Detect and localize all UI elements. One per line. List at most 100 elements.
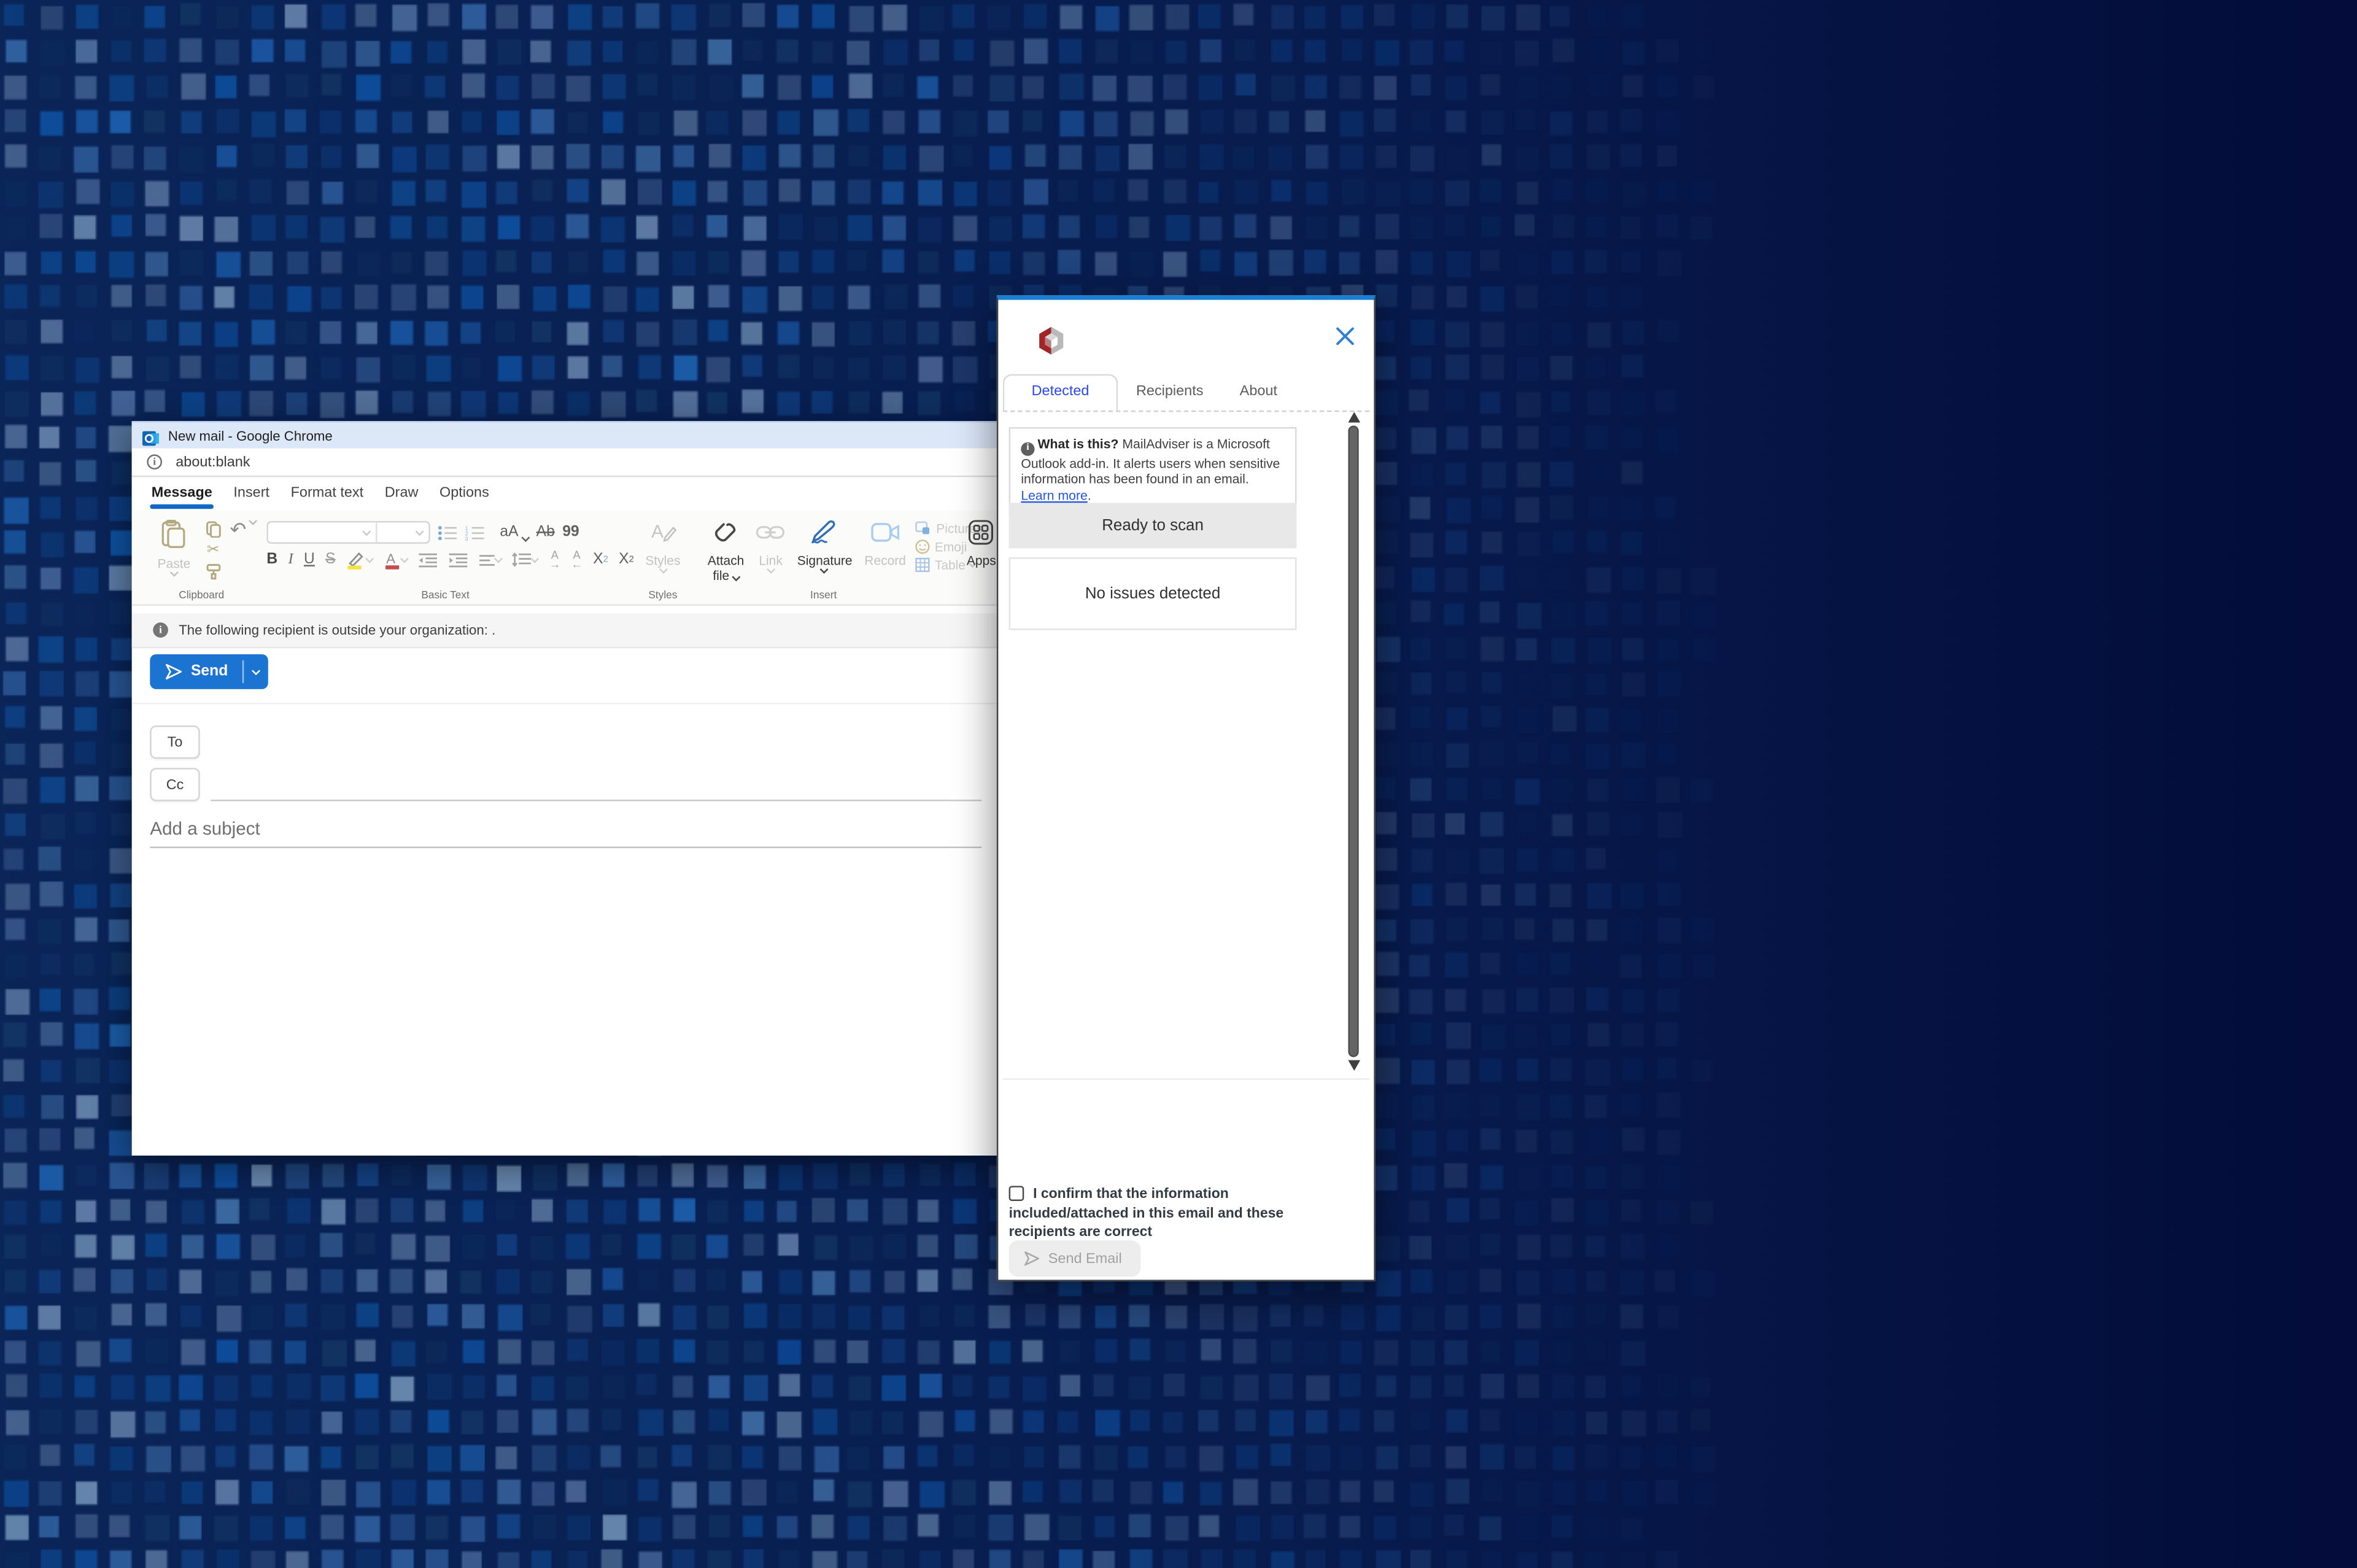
- panel-tab-separator: [1003, 411, 1369, 412]
- line-spacing-button[interactable]: [513, 553, 538, 568]
- chevron-down-icon: [732, 573, 740, 581]
- send-icon: [1023, 1249, 1041, 1268]
- decrease-indent-icon[interactable]: [419, 553, 438, 568]
- outlook-favicon: [142, 427, 159, 444]
- cut-icon[interactable]: ✂: [204, 542, 223, 558]
- info-filled-icon: i: [153, 622, 168, 638]
- close-icon[interactable]: [1334, 326, 1356, 347]
- scroll-up-icon[interactable]: [1348, 412, 1360, 422]
- paste-button[interactable]: Paste: [152, 518, 196, 577]
- chevron-down-icon: [416, 527, 424, 535]
- tab-message[interactable]: Message: [141, 479, 223, 511]
- panel-tab-strip: Detected Recipients About: [1003, 374, 1359, 411]
- attach-file-button[interactable]: Attach file: [702, 518, 750, 585]
- right-to-left-button[interactable]: A←: [571, 551, 582, 570]
- message-body[interactable]: [132, 848, 1000, 1121]
- apps-label: Apps: [967, 554, 996, 568]
- increase-indent-icon[interactable]: [449, 553, 469, 568]
- format-painter-icon[interactable]: [204, 563, 223, 580]
- chevron-down-icon: [248, 517, 257, 525]
- chevron-down-icon: [521, 533, 530, 541]
- tab-insert[interactable]: Insert: [223, 479, 280, 511]
- underline-button[interactable]: U: [304, 553, 315, 568]
- bullets-icon[interactable]: [438, 525, 457, 540]
- attach-label-1: Attach: [708, 554, 744, 568]
- paste-icon: [161, 519, 187, 555]
- scrollbar-thumb[interactable]: [1348, 425, 1358, 1057]
- pictures-icon: [915, 521, 932, 536]
- send-button[interactable]: Send: [150, 654, 243, 689]
- numbering-icon[interactable]: 123: [465, 525, 485, 540]
- record-button[interactable]: Record: [858, 518, 911, 570]
- send-label: Send: [191, 663, 228, 680]
- apps-button[interactable]: Apps: [961, 518, 1000, 570]
- align-button[interactable]: [479, 554, 502, 567]
- emoji-icon: [915, 539, 931, 555]
- table-icon: [915, 557, 931, 573]
- send-split-button[interactable]: Send: [150, 654, 269, 689]
- tab-format-text[interactable]: Format text: [280, 479, 374, 511]
- quote-button[interactable]: 99: [562, 525, 579, 540]
- address-bar[interactable]: i about:blank: [132, 448, 1000, 477]
- group-label-clipboard: Clipboard: [147, 590, 256, 601]
- group-basic-text: 123 aA Ab 99 B I U S: [262, 515, 629, 604]
- svg-text:A: A: [651, 522, 663, 542]
- attach-icon: [713, 519, 739, 552]
- left-to-right-button[interactable]: A→: [549, 551, 561, 570]
- ribbon-gap: [132, 606, 1000, 613]
- group-label-basic-text: Basic Text: [262, 590, 629, 601]
- send-options-button[interactable]: [244, 654, 268, 689]
- group-label-insert: Insert: [697, 590, 950, 601]
- learn-more-link[interactable]: Learn more: [1021, 487, 1087, 502]
- change-case-button[interactable]: aA: [500, 525, 528, 540]
- panel-tab-recipients[interactable]: Recipients: [1118, 376, 1221, 411]
- copy-icon[interactable]: [204, 521, 223, 538]
- page-info-icon[interactable]: i: [147, 454, 162, 469]
- signature-button[interactable]: Signature: [791, 518, 859, 574]
- window-titlebar[interactable]: New mail - Google Chrome: [132, 421, 1000, 448]
- superscript-button[interactable]: X2: [619, 553, 634, 568]
- url-text: about:blank: [176, 454, 250, 470]
- svg-text:A: A: [387, 551, 397, 566]
- group-clipboard: Paste ✂ ↶ Clipboard: [147, 515, 256, 604]
- strikethrough-button[interactable]: S: [325, 553, 335, 568]
- font-color-button[interactable]: A: [384, 551, 408, 570]
- subject-input[interactable]: Add a subject: [150, 818, 981, 848]
- italic-button[interactable]: I: [288, 553, 293, 568]
- confirm-checkbox[interactable]: [1009, 1185, 1024, 1200]
- scan-status-band: Ready to scan: [1009, 503, 1297, 548]
- font-size-select[interactable]: [376, 521, 430, 544]
- cc-input[interactable]: [211, 800, 981, 801]
- info-title: What is this?: [1037, 436, 1118, 452]
- link-icon: [756, 519, 785, 552]
- bold-button[interactable]: B: [266, 553, 277, 568]
- highlight-button[interactable]: [346, 551, 373, 570]
- mailadviser-logo: [1036, 326, 1066, 356]
- to-button[interactable]: To: [150, 725, 199, 759]
- chevron-down-icon: [252, 666, 261, 674]
- subscript-button[interactable]: X2: [593, 553, 608, 568]
- group-insert: Attach file Link Signature: [697, 515, 950, 604]
- tab-options[interactable]: Options: [429, 479, 500, 511]
- svg-text:3: 3: [465, 535, 468, 540]
- send-email-button[interactable]: Send Email: [1009, 1240, 1140, 1276]
- scan-result-box: No issues detected: [1009, 557, 1297, 630]
- scroll-region-border: [1003, 1078, 1369, 1079]
- link-button[interactable]: Link: [750, 518, 791, 574]
- panel-tab-detected[interactable]: Detected: [1003, 374, 1118, 411]
- panel-tab-about[interactable]: About: [1221, 376, 1296, 411]
- styles-button[interactable]: A Styles: [639, 518, 686, 574]
- chevron-down-icon: [362, 527, 371, 535]
- tab-draw[interactable]: Draw: [374, 479, 428, 511]
- clear-formatting-button[interactable]: Ab: [536, 525, 555, 540]
- undo-button[interactable]: ↶: [230, 521, 255, 538]
- chevron-down-icon: [531, 555, 540, 563]
- styles-icon: A: [649, 519, 676, 552]
- cc-button[interactable]: Cc: [150, 768, 199, 801]
- group-apps: Apps: [956, 515, 1000, 604]
- group-label-styles: Styles: [635, 590, 691, 601]
- scroll-down-icon[interactable]: [1348, 1060, 1360, 1071]
- font-name-select[interactable]: [266, 521, 376, 544]
- window-title: New mail - Google Chrome: [168, 428, 333, 443]
- group-styles: A Styles Styles: [635, 515, 691, 604]
